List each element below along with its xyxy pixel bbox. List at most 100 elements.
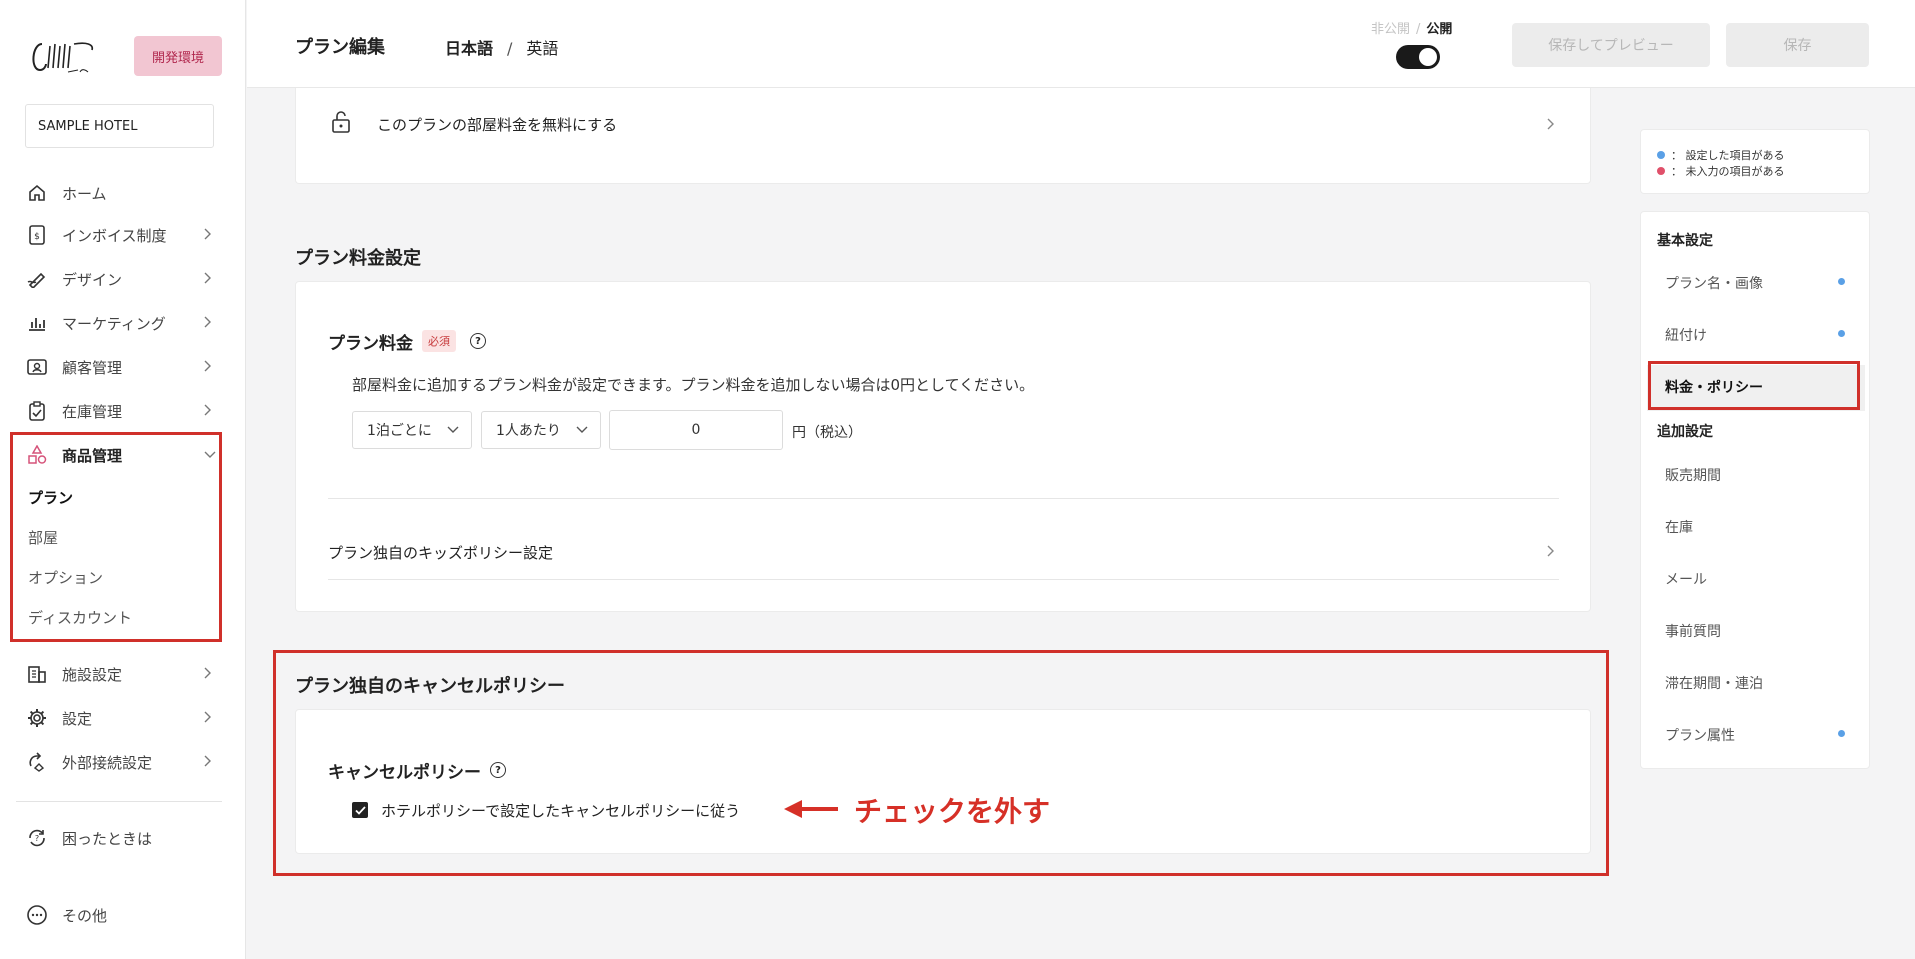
lang-separator: / bbox=[507, 39, 513, 58]
legend-missing-label: ： 未入力の項目がある bbox=[1671, 165, 1785, 178]
sidebar: 開発環境 SAMPLE HOTEL ホーム $ インボイス制度 デザイン マーケ… bbox=[0, 0, 246, 959]
blue-dot-icon bbox=[1657, 151, 1665, 159]
sidebar-item-help[interactable]: ? 困ったときは bbox=[26, 823, 216, 853]
home-icon bbox=[26, 182, 48, 204]
bar-chart-icon bbox=[26, 312, 48, 334]
pen-icon bbox=[26, 268, 48, 290]
kids-policy-link[interactable]: プラン独自のキッズポリシー設定 bbox=[328, 542, 553, 563]
top-header: プラン編集 日本語 / 英語 非公開 / 公開 保存してプレビュー 保存 bbox=[247, 0, 1915, 88]
status-dot-icon bbox=[1838, 730, 1845, 737]
nav-link-stay-period[interactable]: 滞在期間・連泊 bbox=[1665, 673, 1763, 693]
plan-price-label: プラン料金 bbox=[328, 334, 413, 354]
sidebar-item-design[interactable]: デザイン bbox=[26, 264, 216, 294]
nav-link-plan-name[interactable]: プラン名・画像 bbox=[1665, 273, 1763, 293]
nav-link-questions[interactable]: 事前質問 bbox=[1665, 621, 1721, 641]
toggle-knob bbox=[1419, 48, 1437, 66]
unlock-icon bbox=[332, 111, 350, 133]
nav-link-plan-attributes[interactable]: プラン属性 bbox=[1665, 725, 1735, 745]
connect-icon bbox=[26, 751, 48, 773]
sidebar-item-customers[interactable]: 顧客管理 bbox=[26, 352, 216, 382]
chevron-right-icon bbox=[1547, 118, 1554, 130]
sidebar-item-label: ホーム bbox=[62, 184, 107, 203]
legend-card: ： 設定した項目がある ： 未入力の項目がある bbox=[1640, 129, 1870, 194]
chevron-right-icon bbox=[204, 711, 211, 723]
pink-dot-icon bbox=[1657, 167, 1665, 175]
price-unit: 円（税込） bbox=[792, 425, 862, 441]
chevron-right-icon bbox=[204, 667, 211, 679]
sidebar-item-settings[interactable]: 設定 bbox=[26, 703, 216, 733]
sidebar-item-label: 在庫管理 bbox=[62, 402, 123, 421]
gear-icon bbox=[26, 707, 48, 729]
sidebar-item-label: 困ったときは bbox=[62, 829, 153, 848]
nav-link-mail[interactable]: メール bbox=[1665, 569, 1707, 589]
price-section-title: プラン料金設定 bbox=[295, 248, 421, 269]
chevron-right-icon bbox=[1547, 545, 1554, 557]
sidebar-item-label: マーケティング bbox=[62, 314, 166, 333]
per-night-select[interactable]: 1泊ごとに bbox=[352, 411, 472, 449]
sidebar-item-external[interactable]: 外部接続設定 bbox=[26, 747, 216, 777]
highlight-box-products bbox=[10, 432, 222, 642]
contact-card-icon bbox=[26, 356, 48, 378]
sidebar-item-facility[interactable]: 施設設定 bbox=[26, 659, 216, 689]
page-title: プラン編集 bbox=[295, 37, 385, 58]
nav-link-linking[interactable]: 紐付け bbox=[1665, 325, 1707, 345]
highlight-box-price-policy bbox=[1648, 361, 1860, 410]
chevron-right-icon bbox=[204, 404, 211, 416]
help-refresh-icon: ? bbox=[26, 827, 48, 849]
clipboard-check-icon bbox=[26, 400, 48, 422]
sidebar-item-label: 外部接続設定 bbox=[62, 753, 153, 772]
annotation-uncheck: チェックを外す bbox=[854, 795, 1051, 828]
sidebar-item-label: その他 bbox=[62, 906, 108, 925]
hotel-selector[interactable]: SAMPLE HOTEL bbox=[25, 104, 214, 148]
lang-ja-tab[interactable]: 日本語 bbox=[445, 39, 493, 58]
brand-logo[interactable] bbox=[28, 34, 98, 78]
sidebar-item-label: 施設設定 bbox=[62, 665, 123, 684]
status-dot-icon bbox=[1838, 330, 1845, 337]
chevron-right-icon bbox=[204, 272, 211, 284]
nav-link-sales-period[interactable]: 販売期間 bbox=[1665, 465, 1721, 485]
sidebar-item-label: デザイン bbox=[62, 270, 123, 289]
required-badge: 必須 bbox=[422, 330, 456, 352]
arrow-left-icon bbox=[784, 800, 838, 818]
building-icon bbox=[26, 663, 48, 685]
chevron-right-icon bbox=[204, 316, 211, 328]
legend-set-label: ： 設定した項目がある bbox=[1671, 149, 1785, 162]
section-nav-card: 基本設定 プラン名・画像 紐付け 料金・ポリシー 追加設定 販売期間 在庫 メー… bbox=[1640, 211, 1870, 769]
chevron-right-icon bbox=[204, 755, 211, 767]
free-room-label: このプランの部屋料金を無料にする bbox=[377, 116, 618, 134]
price-amount-input[interactable]: 0 bbox=[609, 410, 783, 450]
price-description: 部屋料金に追加するプラン料金が設定できます。プラン料金を追加しない場合は0円とし… bbox=[352, 376, 1035, 394]
more-icon bbox=[26, 904, 48, 926]
help-icon[interactable]: ? bbox=[470, 333, 486, 349]
env-badge: 開発環境 bbox=[134, 36, 222, 76]
nav-link-stock[interactable]: 在庫 bbox=[1665, 517, 1693, 537]
publish-toggle[interactable] bbox=[1396, 45, 1440, 69]
save-preview-button[interactable]: 保存してプレビュー bbox=[1512, 23, 1710, 67]
legend-missing: ： 未入力の項目がある bbox=[1657, 163, 1785, 179]
per-person-select[interactable]: 1人あたり bbox=[481, 411, 601, 449]
save-button[interactable]: 保存 bbox=[1726, 23, 1869, 67]
status-dot-icon bbox=[1838, 278, 1845, 285]
nav-group-basic: 基本設定 bbox=[1657, 233, 1713, 249]
publish-status-labels: 非公開 / 公開 bbox=[1371, 18, 1452, 37]
svg-text:$: $ bbox=[34, 232, 40, 242]
highlight-box-cancel bbox=[273, 650, 1609, 876]
lang-en-tab[interactable]: 英語 bbox=[526, 39, 558, 58]
svg-text:?: ? bbox=[35, 834, 39, 843]
sidebar-item-marketing[interactable]: マーケティング bbox=[26, 308, 216, 338]
status-published: 公開 bbox=[1426, 22, 1453, 37]
invoice-icon: $ bbox=[26, 224, 48, 246]
chevron-right-icon bbox=[204, 360, 211, 372]
chevron-down-icon bbox=[447, 426, 459, 433]
sidebar-item-label: インボイス制度 bbox=[62, 226, 167, 245]
chevron-down-icon bbox=[576, 426, 588, 433]
sidebar-item-home[interactable]: ホーム bbox=[26, 178, 216, 208]
sidebar-item-other[interactable]: その他 bbox=[26, 900, 216, 930]
free-room-card[interactable]: このプランの部屋料金を無料にする bbox=[295, 88, 1591, 184]
price-card: プラン料金 必須 ? 部屋料金に追加するプラン料金が設定できます。プラン料金を追… bbox=[295, 281, 1591, 612]
per-person-value: 1人あたり bbox=[496, 423, 561, 439]
status-separator: / bbox=[1416, 22, 1421, 37]
sidebar-item-inventory[interactable]: 在庫管理 bbox=[26, 396, 216, 426]
sidebar-item-invoice[interactable]: $ インボイス制度 bbox=[26, 220, 216, 250]
legend-set: ： 設定した項目がある bbox=[1657, 147, 1785, 163]
